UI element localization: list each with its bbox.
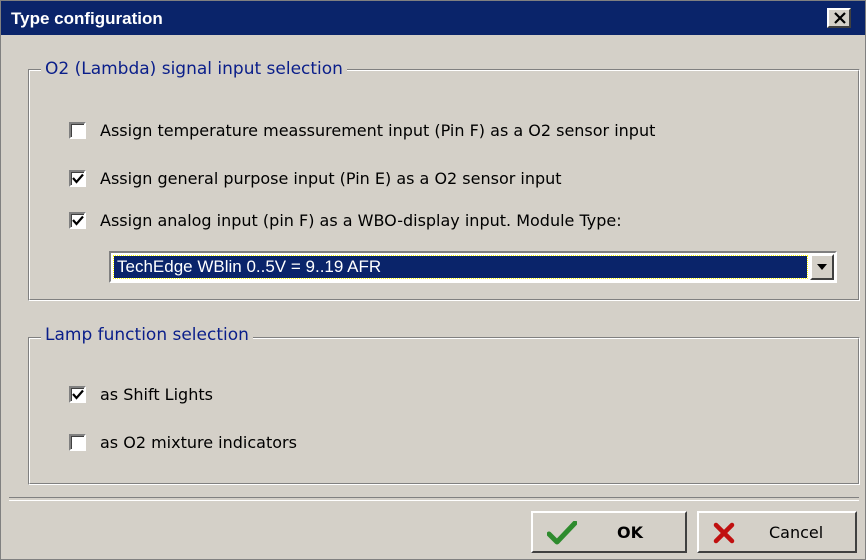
checkmark-icon [72,215,84,226]
close-icon [834,12,846,24]
cancel-button-label: Cancel [769,523,824,542]
checkmark-icon [72,389,84,400]
option-general-as-o2[interactable]: Assign general purpose input (Pin E) as … [68,169,562,188]
ok-button-label: OK [617,523,643,542]
module-type-dropdown-button[interactable] [810,254,834,280]
cancel-x-icon [713,522,735,544]
checkbox-o2-mixture[interactable] [68,433,87,452]
option-general-as-o2-label: Assign general purpose input (Pin E) as … [100,169,562,188]
button-separator [9,497,859,501]
option-o2-mixture[interactable]: as O2 mixture indicators [68,433,297,452]
lamp-group-legend: Lamp function selection [41,325,253,345]
option-o2-mixture-label: as O2 mixture indicators [100,433,297,452]
option-shift-lights[interactable]: as Shift Lights [68,385,213,404]
checkmark-icon [547,521,577,545]
option-temp-as-o2[interactable]: Assign temperature meassurement input (P… [68,121,656,140]
option-temp-as-o2-label: Assign temperature meassurement input (P… [100,121,656,140]
dialog-window: Type configuration O2 (Lambda) signal in… [0,0,866,560]
checkbox-temp-as-o2[interactable] [68,121,87,140]
checkbox-analog-wbo[interactable] [68,211,87,230]
option-shift-lights-label: as Shift Lights [100,385,213,404]
option-analog-wbo[interactable]: Assign analog input (pin F) as a WBO-dis… [68,211,622,230]
close-button[interactable] [827,8,851,28]
ok-button[interactable]: OK [531,511,687,553]
window-title: Type configuration [11,9,163,28]
title-bar[interactable]: Type configuration [1,1,865,35]
chevron-down-icon [817,264,827,270]
lamp-selection-group [28,337,860,485]
checkbox-general-as-o2[interactable] [68,169,87,188]
cancel-button[interactable]: Cancel [697,511,857,553]
o2-group-legend: O2 (Lambda) signal input selection [41,59,347,79]
module-type-value: TechEdge WBlin 0..5V = 9..19 AFR [113,255,808,279]
checkmark-icon [72,173,84,184]
option-analog-wbo-label: Assign analog input (pin F) as a WBO-dis… [100,211,622,230]
checkbox-shift-lights[interactable] [68,385,87,404]
module-type-select[interactable]: TechEdge WBlin 0..5V = 9..19 AFR [109,251,837,283]
